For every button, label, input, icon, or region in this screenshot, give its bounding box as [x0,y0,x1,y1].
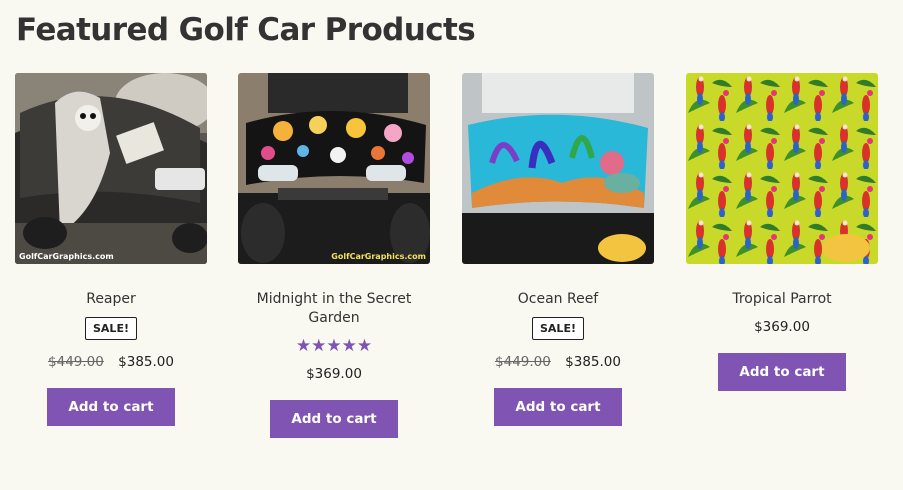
product-image-reaper[interactable]: GolfCarGraphics.com [15,73,207,264]
price-block: $449.00 $385.00 [462,354,654,370]
price-block: $369.00 [686,319,878,335]
watermark-text: GolfCarGraphics.com [331,252,426,261]
add-to-cart-button[interactable]: Add to cart [47,388,175,426]
product-card-midnight-secret-garden: GolfCarGraphics.com Midnight in the Secr… [238,73,430,438]
add-to-cart-button[interactable]: Add to cart [718,353,846,391]
product-title[interactable]: Ocean Reef [462,290,654,309]
product-title[interactable]: Midnight in the Secret Garden [238,290,430,328]
sale-price: $385.00 [118,354,174,370]
product-image-ocean-reef[interactable] [462,73,654,264]
regular-price: $449.00 [495,354,551,370]
add-to-cart-button[interactable]: Add to cart [270,400,398,438]
tropical-parrot-pattern-image [686,73,878,264]
reaper-golf-cart-image [15,73,207,264]
section-title: Featured Golf Car Products [16,12,476,48]
price: $369.00 [754,319,810,335]
product-card-reaper: GolfCarGraphics.com Reaper SALE! $449.00… [15,73,207,426]
regular-price: $449.00 [48,354,104,370]
price-block: $369.00 [238,366,430,382]
price-block: $449.00 $385.00 [15,354,207,370]
product-title[interactable]: Tropical Parrot [686,290,878,309]
sale-badge: SALE! [85,317,137,340]
watermark-text: GolfCarGraphics.com [19,252,114,261]
star-rating: ★★★★★ [295,336,373,356]
sale-badge: SALE! [532,317,584,340]
product-card-ocean-reef: Ocean Reef SALE! $449.00 $385.00 Add to … [462,73,654,426]
product-title[interactable]: Reaper [15,290,207,309]
featured-products-section: Featured Golf Car Products GolfCarGraphi… [0,0,903,490]
add-to-cart-button[interactable]: Add to cart [494,388,622,426]
product-card-tropical-parrot: Tropical Parrot $369.00 Add to cart [686,73,878,391]
sale-price: $385.00 [565,354,621,370]
product-image-tropical-parrot[interactable] [686,73,878,264]
floral-golf-cart-image [238,73,430,264]
product-image-midnight-secret-garden[interactable]: GolfCarGraphics.com [238,73,430,264]
ocean-reef-golf-cart-image [462,73,654,264]
price: $369.00 [306,366,362,382]
